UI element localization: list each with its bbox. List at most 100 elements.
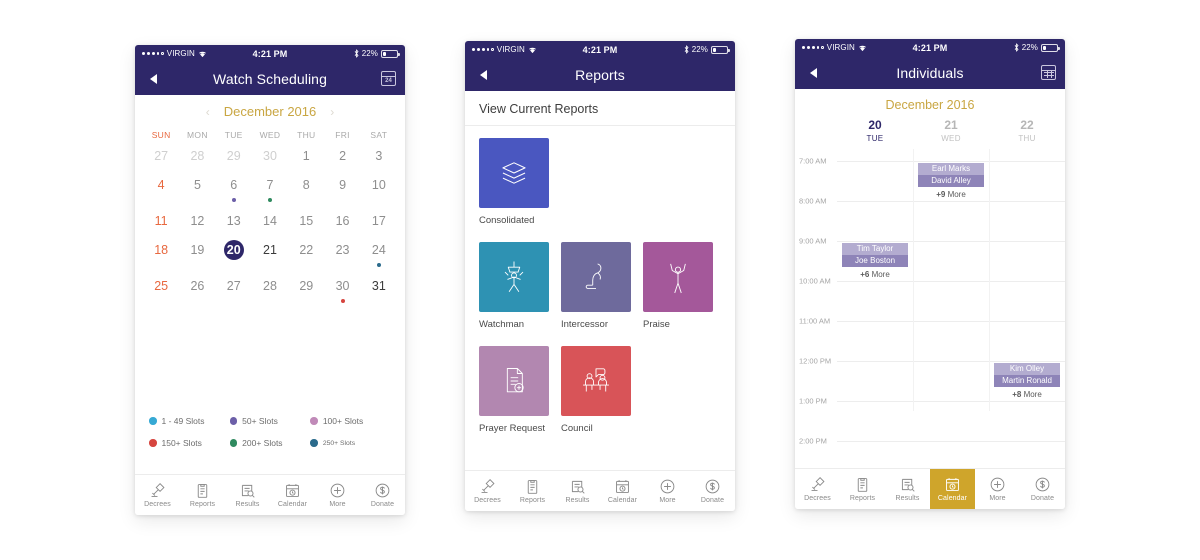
- day-number: 1: [302, 149, 310, 163]
- calendar-day-5[interactable]: 5: [179, 175, 215, 202]
- tab-bar: Decrees Reports Results Calendar More Donate: [465, 470, 735, 511]
- calendar-day-17[interactable]: 17: [361, 211, 397, 231]
- calendar-day-31[interactable]: 31: [361, 276, 397, 303]
- event-more-link[interactable]: +8 More: [994, 390, 1060, 399]
- calendar-day-2[interactable]: 2: [324, 146, 360, 166]
- calendar-day-7[interactable]: 7: [252, 175, 288, 202]
- calendar-day-10[interactable]: 10: [361, 175, 397, 202]
- calendar-day-14[interactable]: 14: [252, 211, 288, 231]
- column-divider: [989, 149, 990, 411]
- day-column-21[interactable]: 21 WED: [913, 118, 989, 143]
- calendar-day-15[interactable]: 15: [288, 211, 324, 231]
- gavel-icon: [809, 476, 826, 493]
- agenda-event[interactable]: Kim Olley Martin Ronald +8 More: [994, 363, 1060, 399]
- tab-decrees[interactable]: Decrees: [795, 469, 840, 509]
- tab-more[interactable]: More: [975, 469, 1020, 509]
- document-search-icon: [239, 482, 256, 499]
- calendar-day-25[interactable]: 25: [143, 276, 179, 303]
- calendar-day-27[interactable]: 27: [143, 146, 179, 166]
- event-more-link[interactable]: +9 More: [918, 190, 984, 199]
- hour-gridline: [837, 161, 1065, 162]
- tab-label: Donate: [700, 497, 725, 504]
- tab-more[interactable]: More: [315, 475, 360, 515]
- calendar-day-21[interactable]: 21: [252, 240, 288, 267]
- calendar-day-29[interactable]: 29: [216, 146, 252, 166]
- tab-results[interactable]: Results: [885, 469, 930, 509]
- calendar-clock-icon: [284, 482, 301, 499]
- header-calendar-button[interactable]: 24: [381, 71, 396, 86]
- report-tile-intercessor[interactable]: Intercessor: [561, 242, 631, 330]
- back-button[interactable]: [474, 66, 492, 84]
- report-tile-watchman[interactable]: Watchman: [479, 242, 549, 330]
- day-number: 18: [154, 243, 169, 257]
- hour-gridline: [837, 361, 1065, 362]
- calendar-clock-icon: [614, 478, 631, 495]
- event-more-link[interactable]: +6 More: [842, 270, 908, 279]
- tab-reports[interactable]: Reports: [510, 471, 555, 511]
- calendar-day-16[interactable]: 16: [324, 211, 360, 231]
- calendar-day-11[interactable]: 11: [143, 211, 179, 231]
- event-more-label: More: [947, 190, 966, 199]
- tab-donate[interactable]: Donate: [360, 475, 405, 515]
- calendar-day-22[interactable]: 22: [288, 240, 324, 267]
- back-button[interactable]: [804, 64, 822, 82]
- weekday-wed: WED: [259, 130, 281, 140]
- tab-results[interactable]: Results: [555, 471, 600, 511]
- day-column-20[interactable]: 20 TUE: [837, 118, 913, 143]
- legend-label: 150+ Slots: [161, 438, 202, 448]
- calendar-day-29[interactable]: 29: [288, 276, 324, 303]
- wifi-icon: [859, 45, 866, 51]
- calendar-day-13[interactable]: 13: [216, 211, 252, 231]
- calendar-day-28[interactable]: 28: [252, 276, 288, 303]
- battery-percent-label: 22%: [691, 45, 708, 54]
- day-column-22[interactable]: 22 THU: [989, 118, 1065, 143]
- report-tile-consolidated[interactable]: Consolidated: [479, 138, 549, 226]
- tab-calendar[interactable]: Calendar: [930, 469, 975, 509]
- tile-label: Praise: [643, 319, 670, 330]
- calendar-day-8[interactable]: 8: [288, 175, 324, 202]
- tab-decrees[interactable]: Decrees: [465, 471, 510, 511]
- hour-gridline: [837, 241, 1065, 242]
- tab-reports[interactable]: Reports: [840, 469, 885, 509]
- document-plus-icon: [479, 346, 549, 416]
- calendar-day-3[interactable]: 3: [361, 146, 397, 166]
- tab-donate[interactable]: Donate: [690, 471, 735, 511]
- calendar-day-18[interactable]: 18: [143, 240, 179, 267]
- tab-results[interactable]: Results: [225, 475, 270, 515]
- tab-donate[interactable]: Donate: [1020, 469, 1065, 509]
- report-tile-prayer-request[interactable]: Prayer Request: [479, 346, 549, 434]
- next-month-button[interactable]: ›: [330, 105, 334, 119]
- calendar-day-1[interactable]: 1: [288, 146, 324, 166]
- calendar-day-26[interactable]: 26: [179, 276, 215, 303]
- calendar-day-24[interactable]: 24: [361, 240, 397, 267]
- tab-reports[interactable]: Reports: [180, 475, 225, 515]
- hour-gridline: [837, 401, 1065, 402]
- agenda-event[interactable]: Tim Taylor Joe Boston +6 More: [842, 243, 908, 279]
- day-number: 19: [190, 243, 205, 257]
- report-tile-praise[interactable]: Praise: [643, 242, 713, 330]
- tab-calendar[interactable]: Calendar: [600, 471, 645, 511]
- calendar-day-19[interactable]: 19: [179, 240, 215, 267]
- tab-calendar[interactable]: Calendar: [270, 475, 315, 515]
- calendar-day-30[interactable]: 30: [252, 146, 288, 166]
- calendar-day-27[interactable]: 27: [216, 276, 252, 303]
- tab-decrees[interactable]: Decrees: [135, 475, 180, 515]
- calendar-day-30[interactable]: 30: [324, 276, 360, 303]
- calendar-date-icon: 24: [381, 71, 396, 86]
- calendar-day-23[interactable]: 23: [324, 240, 360, 267]
- tab-more[interactable]: More: [645, 471, 690, 511]
- calendar-day-12[interactable]: 12: [179, 211, 215, 231]
- calendar-week-row: 18 19 20 21 22 23 24: [143, 240, 397, 267]
- report-tile-council[interactable]: Council: [561, 346, 631, 434]
- back-button[interactable]: [144, 70, 162, 88]
- header-calendar-button[interactable]: [1041, 65, 1056, 80]
- calendar-day-28[interactable]: 28: [179, 146, 215, 166]
- legend-color-dot: [229, 417, 238, 425]
- prev-month-button[interactable]: ‹: [206, 105, 210, 119]
- agenda-event[interactable]: Earl Marks David Alley +9 More: [918, 163, 984, 199]
- calendar-day-6[interactable]: 6: [216, 175, 252, 202]
- calendar-day-9[interactable]: 9: [324, 175, 360, 202]
- calendar-day-20[interactable]: 20: [216, 240, 252, 267]
- calendar-day-4[interactable]: 4: [143, 175, 179, 202]
- clipboard-icon: [194, 482, 211, 499]
